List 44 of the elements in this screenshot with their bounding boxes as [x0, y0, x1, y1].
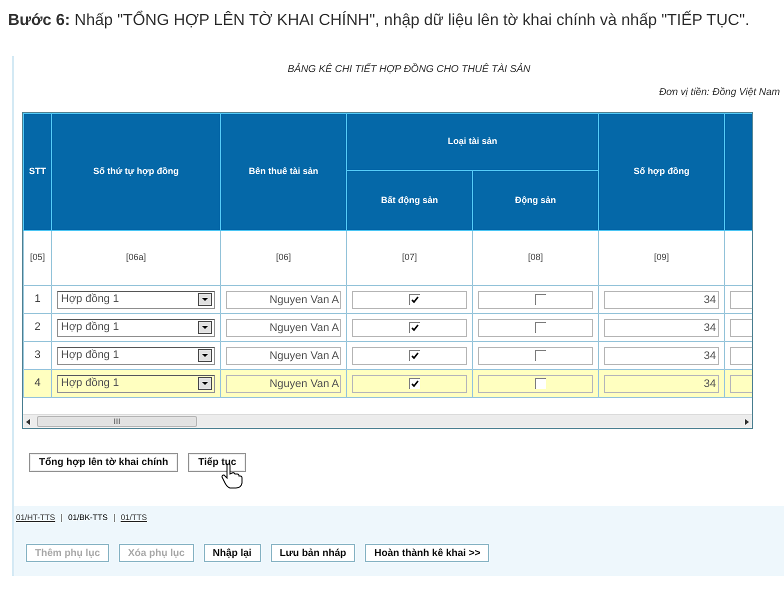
checked-checkbox[interactable]	[409, 322, 420, 333]
lessee-field[interactable]: Nguyen Van A	[226, 346, 341, 364]
table-row[interactable]: 2 Hợp đồng 1 Nguyen Van A 34	[24, 314, 752, 342]
lessee-field[interactable]: Nguyen Van A	[226, 318, 341, 336]
unchecked-checkbox[interactable]	[535, 350, 546, 361]
contract-select[interactable]: Hợp đồng 1	[57, 318, 215, 336]
column-header: STT	[24, 114, 52, 230]
checked-checkbox[interactable]	[409, 350, 420, 361]
horizontal-scrollbar[interactable]: III	[23, 414, 752, 428]
unchecked-checkbox[interactable]	[535, 322, 546, 333]
lessee-field[interactable]: Nguyen Van A	[226, 374, 341, 392]
checked-checkbox[interactable]	[409, 294, 420, 305]
instruction-text: Bước 6: Nhấp "TỔNG HỢP LÊN TỜ KHAI CHÍNH", nhập dữ liệu lên tờ khai chính và nhấp "TIẾP TỤC".	[7, 10, 750, 31]
form-tab-link[interactable]: 01/TTS	[120, 512, 147, 524]
contract-select[interactable]: Hợp đồng 1	[57, 374, 215, 392]
contract-number-field[interactable]: 34	[604, 374, 720, 392]
column-header: Số hợp đồng	[598, 114, 725, 230]
unchecked-checkbox[interactable]	[535, 294, 546, 305]
code-cell: [05]	[24, 230, 52, 286]
form-button[interactable]: Hoàn thành kê khai >>	[365, 544, 490, 562]
table-row[interactable]: 1 Hợp đồng 1 Nguyen Van A 34	[24, 286, 752, 314]
checked-checkbox[interactable]	[409, 378, 420, 389]
form-button[interactable]: Nhập lại	[204, 544, 261, 562]
form-button[interactable]: Lưu bản nháp	[270, 544, 356, 562]
contract-number-field[interactable]: 34	[604, 290, 720, 308]
contract-number-field[interactable]: 34	[604, 346, 720, 364]
contract-select[interactable]: Hợp đồng 1	[57, 346, 215, 364]
currency-label: Đơn vị tiền: Đồng Việt Nam	[659, 86, 780, 100]
contract-number-field[interactable]: 34	[604, 318, 720, 336]
table-row[interactable]: 4 Hợp đồng 1 Nguyen Van A 34	[24, 370, 752, 398]
scrollbar-thumb[interactable]: III	[37, 416, 197, 427]
form-title: BẢNG KÊ CHI TIẾT HỢP ĐỒNG CHO THUÊ TÀI SẢN	[286, 62, 532, 77]
contract-select[interactable]: Hợp đồng 1	[57, 290, 215, 308]
form-tab-link[interactable]: 01/HT-TTS	[16, 512, 56, 524]
column-header: Số thứ tự hợp đồng	[52, 114, 220, 230]
form-tab-link[interactable]: 01/BK-TTS	[68, 512, 108, 524]
row-number: 4	[24, 370, 52, 398]
column-header: Bên thuê tài sản	[220, 114, 346, 230]
table-row[interactable]: 3 Hợp đồng 1 Nguyen Van A 34	[24, 342, 752, 370]
column-header: Bất động sản	[346, 170, 472, 230]
unchecked-checkbox[interactable]	[535, 378, 546, 389]
column-header: Loại tài sản	[346, 114, 599, 170]
action-button[interactable]: Tổng hợp lên tờ khai chính	[29, 453, 178, 472]
lessee-field[interactable]: Nguyen Van A	[226, 290, 341, 308]
